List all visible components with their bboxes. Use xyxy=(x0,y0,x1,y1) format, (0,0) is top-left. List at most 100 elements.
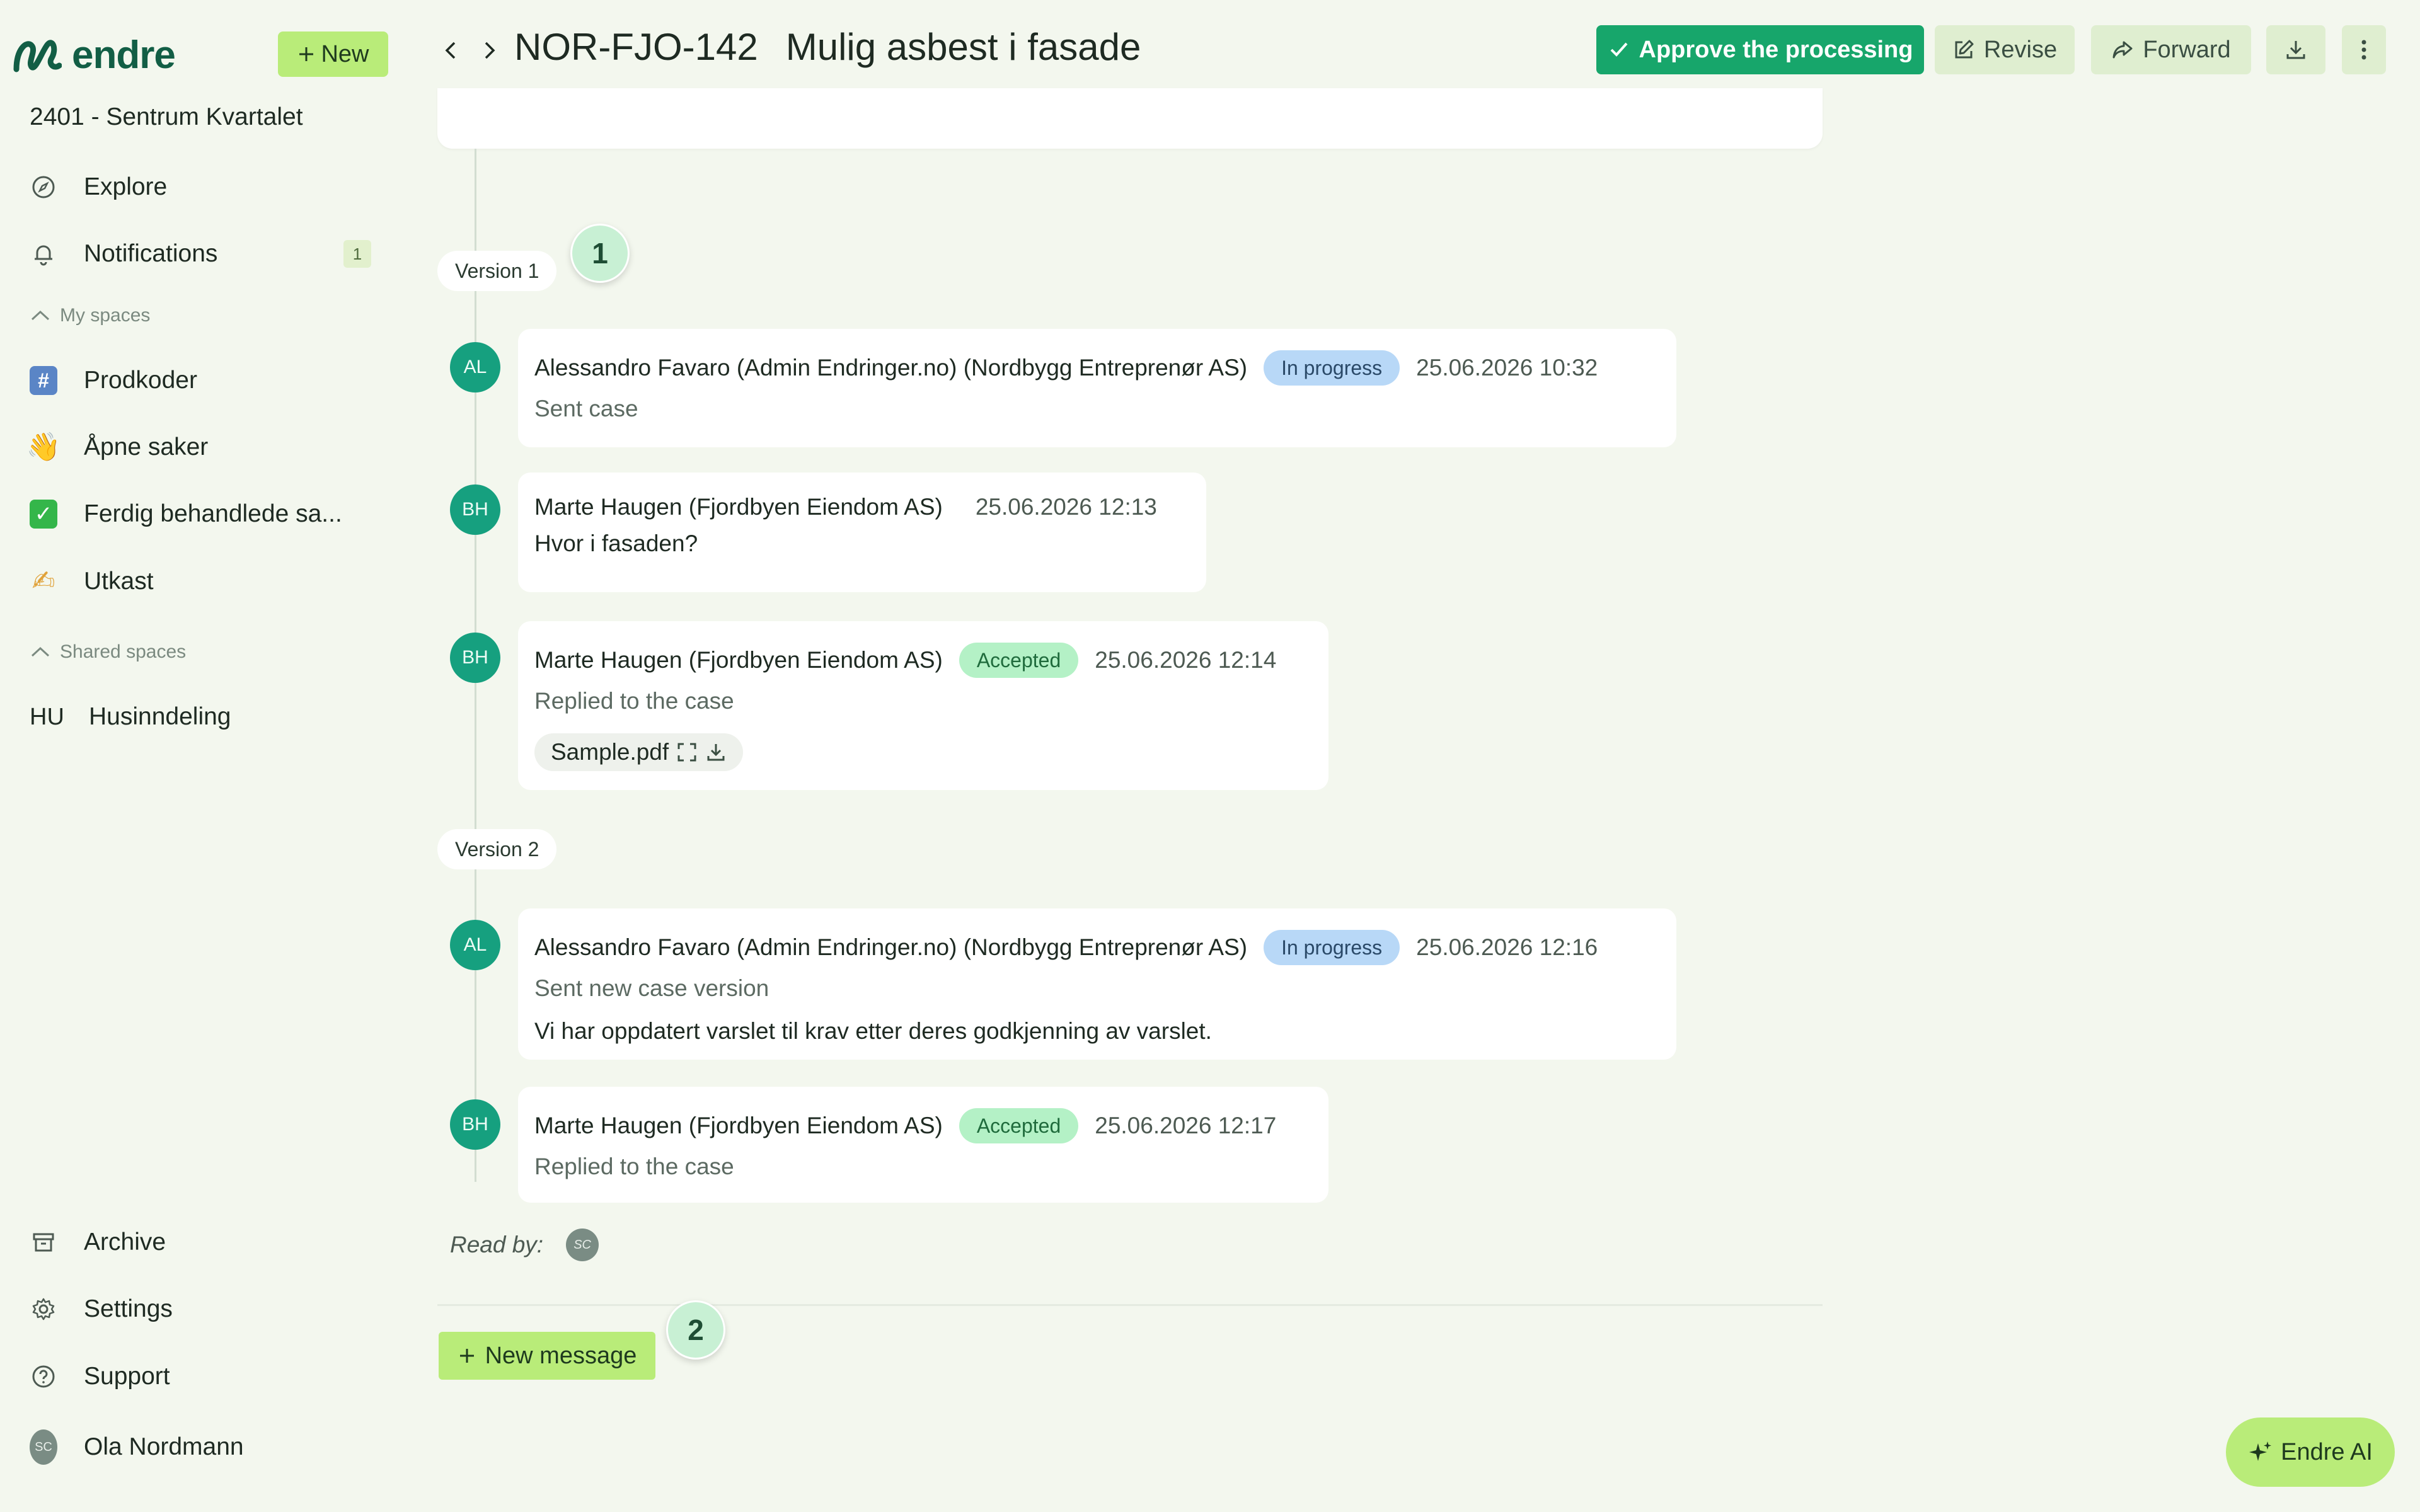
avatar: BH xyxy=(450,484,500,535)
sidebar-item-archive[interactable]: Archive xyxy=(30,1220,166,1264)
sidebar-item-support[interactable]: Support xyxy=(30,1354,170,1399)
shared-spaces-toggle[interactable]: Shared spaces xyxy=(30,641,186,663)
user-name: Ola Nordmann xyxy=(84,1433,244,1460)
more-vertical-icon xyxy=(2360,38,2368,61)
message-author: Marte Haugen (Fjordbyen Eiendom AS) xyxy=(534,1113,943,1138)
chevron-right-icon xyxy=(480,38,498,63)
bell-icon xyxy=(30,240,57,268)
expand-icon[interactable] xyxy=(676,742,698,763)
chevron-up-icon xyxy=(30,308,51,323)
case-id: NOR-FJO-142 xyxy=(514,26,758,68)
avatar: AL xyxy=(450,342,500,392)
version-tag: Version 2 xyxy=(437,829,557,869)
status-badge: In progress xyxy=(1264,930,1400,965)
sidebar-user-profile[interactable]: SC Ola Nordmann xyxy=(30,1425,244,1469)
message-date: 25.06.2026 12:13 xyxy=(975,494,1157,520)
avatar: BH xyxy=(450,1099,500,1150)
writing-hand-icon-wrap: ✍ xyxy=(30,568,57,595)
hash-icon-wrap: # xyxy=(30,366,57,395)
endre-ai-button[interactable]: Endre AI xyxy=(2226,1418,2395,1487)
gear-icon xyxy=(30,1295,57,1323)
space-abbreviation: HU xyxy=(30,703,64,730)
message-date: 25.06.2026 12:14 xyxy=(1095,647,1277,673)
wave-icon: 👋 xyxy=(26,431,61,463)
download-button[interactable] xyxy=(2266,25,2325,74)
sidebar-item-husinndeling[interactable]: HU Husinndeling xyxy=(30,695,231,739)
avatar: SC xyxy=(30,1429,57,1465)
message-subtitle: Sent new case version xyxy=(534,975,769,1001)
approve-button[interactable]: Approve the processing xyxy=(1596,25,1924,74)
project-selector[interactable]: 2401 - Sentrum Kvartalet xyxy=(30,103,303,131)
divider xyxy=(437,1304,1823,1306)
sidebar-item-settings[interactable]: Settings xyxy=(30,1287,173,1331)
timeline-message: Alessandro Favaro (Admin Endringer.no) (… xyxy=(518,329,1676,447)
avatar: AL xyxy=(450,920,500,970)
new-message-label: New message xyxy=(485,1342,637,1369)
check-icon xyxy=(1608,38,1630,61)
message-subtitle: Replied to the case xyxy=(534,1154,734,1179)
sidebar-item-prodkoder[interactable]: # Prodkoder xyxy=(30,358,197,403)
edit-icon xyxy=(1952,38,1975,61)
page-title: NOR-FJO-142 Mulig asbest i fasade xyxy=(514,25,1141,69)
sidebar-item-label: Husinndeling xyxy=(89,703,231,730)
timeline-message: Marte Haugen (Fjordbyen Eiendom AS) Acce… xyxy=(518,1087,1328,1203)
my-spaces-label: My spaces xyxy=(60,305,151,326)
message-text: Hvor i fasaden? xyxy=(534,530,698,556)
check-icon-wrap: ✓ xyxy=(30,500,57,529)
sidebar-item-ferdig-behandlede[interactable]: ✓ Ferdig behandlede sa... xyxy=(30,492,342,536)
message-date: 25.06.2026 10:32 xyxy=(1416,355,1598,381)
message-date: 25.06.2026 12:16 xyxy=(1416,934,1598,960)
endre-logo-icon xyxy=(13,37,62,74)
download-icon[interactable] xyxy=(705,742,727,763)
forward-nav-button[interactable] xyxy=(471,33,507,68)
read-by: Read by: SC xyxy=(450,1228,599,1261)
my-spaces-toggle[interactable]: My spaces xyxy=(30,305,150,326)
logo-text: endre xyxy=(72,33,176,77)
sidebar-item-label: Support xyxy=(84,1363,170,1390)
sidebar-item-label: Åpne saker xyxy=(84,433,209,461)
notification-count-badge: 1 xyxy=(343,240,371,268)
endre-logo[interactable]: endre xyxy=(13,33,176,77)
timeline-message: Marte Haugen (Fjordbyen Eiendom AS) 25.0… xyxy=(518,472,1206,592)
attachment-chip[interactable]: Sample.pdf xyxy=(534,733,744,771)
message-author: Alessandro Favaro (Admin Endringer.no) (… xyxy=(534,934,1248,960)
more-options-button[interactable] xyxy=(2342,25,2386,74)
plus-icon xyxy=(458,1346,476,1365)
sidebar-item-utkast[interactable]: ✍ Utkast xyxy=(30,559,154,604)
new-message-button[interactable]: New message xyxy=(439,1332,655,1380)
wave-icon-wrap: 👋 xyxy=(26,433,61,461)
timeline-message: Marte Haugen (Fjordbyen Eiendom AS) Acce… xyxy=(518,621,1328,790)
avatar: SC xyxy=(566,1228,599,1261)
plus-icon xyxy=(297,45,316,64)
message-author: Marte Haugen (Fjordbyen Eiendom AS) xyxy=(534,494,943,520)
tutorial-marker[interactable]: 2 xyxy=(666,1300,725,1360)
writing-hand-icon: ✍ xyxy=(32,565,55,597)
message-subtitle: Sent case xyxy=(534,396,638,421)
sidebar-item-label: Archive xyxy=(84,1228,166,1256)
version-tag: Version 1 xyxy=(437,251,557,291)
avatar: BH xyxy=(450,633,500,683)
share-forward-icon xyxy=(2111,38,2134,61)
hash-icon: # xyxy=(30,366,57,395)
sidebar-item-label: Ferdig behandlede sa... xyxy=(84,500,342,527)
timeline-message: Alessandro Favaro (Admin Endringer.no) (… xyxy=(518,908,1676,1060)
sidebar-item-explore[interactable]: Explore xyxy=(30,165,167,209)
sidebar-item-apne-saker[interactable]: 👋 Åpne saker xyxy=(26,425,209,469)
message-text: Vi har oppdatert varslet til krav etter … xyxy=(534,1018,1212,1044)
chevron-up-icon xyxy=(30,644,51,660)
sidebar-item-label: Notifications xyxy=(84,240,218,267)
new-button[interactable]: New xyxy=(278,32,388,77)
message-author: Marte Haugen (Fjordbyen Eiendom AS) xyxy=(534,647,943,673)
sidebar-item-label: Explore xyxy=(84,173,168,200)
tutorial-marker[interactable]: 1 xyxy=(570,224,630,283)
case-details-card xyxy=(437,88,1823,149)
revise-button[interactable]: Revise xyxy=(1935,25,2075,74)
sidebar-item-notifications[interactable]: Notifications xyxy=(30,232,217,276)
message-date: 25.06.2026 12:17 xyxy=(1095,1113,1277,1138)
new-button-label: New xyxy=(321,40,369,67)
revise-button-label: Revise xyxy=(1983,36,2058,63)
back-button[interactable] xyxy=(434,33,469,68)
status-badge: Accepted xyxy=(959,643,1079,678)
forward-button[interactable]: Forward xyxy=(2091,25,2251,74)
status-badge: In progress xyxy=(1264,350,1400,386)
